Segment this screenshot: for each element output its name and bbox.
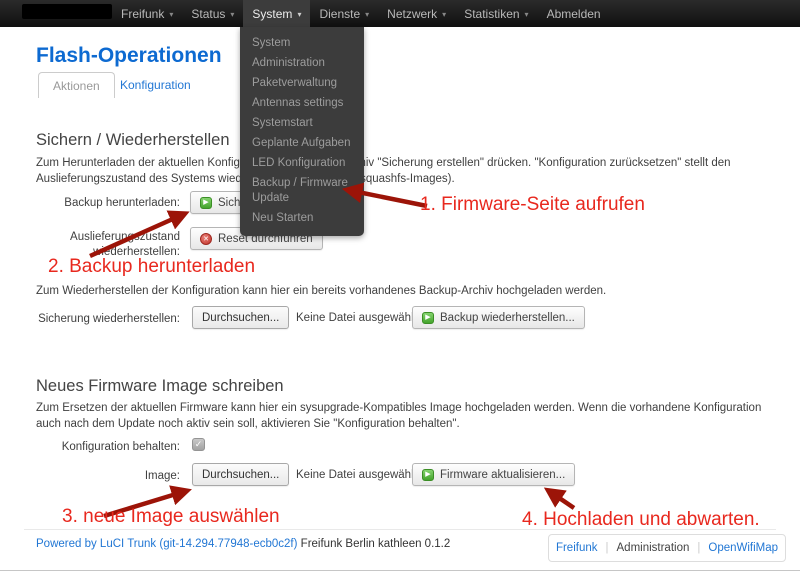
section-heading-new-firmware: Neues Firmware Image schreiben bbox=[36, 377, 284, 395]
browse-backup-file-button[interactable]: Durchsuchen... bbox=[192, 306, 290, 329]
nav-item-system[interactable]: System ▾ bbox=[243, 0, 311, 27]
nav-item-status[interactable]: Status ▾ bbox=[182, 0, 243, 27]
browse-image-file-button[interactable]: Durchsuchen... bbox=[192, 463, 290, 486]
apply-icon: ▶ bbox=[422, 468, 434, 481]
menu-item-led-konfiguration[interactable]: LED Konfiguration bbox=[240, 153, 364, 173]
page-title: Flash-Operationen bbox=[36, 44, 222, 67]
backup-description: Zum Herunterladen der aktuellen Konfigur… bbox=[36, 157, 731, 185]
footer-separator: | bbox=[697, 542, 701, 554]
nav-item-label: Dienste bbox=[319, 6, 361, 21]
hostname-redacted bbox=[22, 4, 112, 19]
restore-description: Zum Wiederherstellen der Konfiguration k… bbox=[36, 285, 607, 297]
tab-konfiguration[interactable]: Konfiguration bbox=[110, 72, 201, 98]
footer-link-freifunk[interactable]: Freifunk bbox=[556, 542, 598, 554]
browse-image-button-label: Durchsuchen... bbox=[202, 468, 280, 481]
chevron-down-icon: ▾ bbox=[297, 9, 302, 19]
menu-item-system[interactable]: System bbox=[240, 33, 364, 53]
annotation-step1: 1. Firmware-Seite aufrufen bbox=[420, 194, 645, 215]
nav-item-statistiken[interactable]: Statistiken ▾ bbox=[455, 0, 537, 27]
nav-item-label: Statistiken bbox=[464, 6, 520, 21]
footer-separator: | bbox=[605, 542, 609, 554]
nav-item-dienste[interactable]: Dienste ▾ bbox=[310, 0, 378, 27]
menu-item-systemstart[interactable]: Systemstart bbox=[240, 113, 364, 133]
annotation-step3: 3. neue Image auswählen bbox=[62, 506, 280, 527]
chevron-down-icon: ▾ bbox=[365, 9, 370, 19]
nav-item-label: Netzwerk bbox=[387, 6, 438, 21]
image-label: Image: bbox=[144, 470, 180, 482]
reset-icon: ✕ bbox=[200, 232, 212, 245]
check-icon: ✓ bbox=[194, 439, 203, 449]
keep-config-label: Konfiguration behalten: bbox=[61, 441, 180, 453]
nav-item-netzwerk[interactable]: Netzwerk ▾ bbox=[378, 0, 455, 27]
footer-link-openwifimap[interactable]: OpenWifiMap bbox=[708, 542, 778, 554]
restore-backup-label: Sicherung wiederherstellen: bbox=[38, 313, 180, 325]
menu-item-antennas-settings[interactable]: Antennas settings bbox=[240, 93, 364, 113]
chevron-down-icon: ▾ bbox=[169, 9, 174, 19]
nav-menu: Freifunk ▾ Status ▾ System ▾ Dienste ▾ N… bbox=[112, 0, 610, 27]
nav-item-label: Status bbox=[191, 6, 226, 21]
flash-firmware-button-label: Firmware aktualisieren... bbox=[440, 468, 566, 481]
nav-item-label: System bbox=[252, 6, 293, 21]
tab-aktionen[interactable]: Aktionen bbox=[38, 72, 115, 98]
keep-config-checkbox[interactable]: ✓ bbox=[192, 438, 205, 451]
browse-backup-button-label: Durchsuchen... bbox=[202, 311, 280, 324]
footer-nav-box: Freifunk | Administration | OpenWifiMap bbox=[548, 534, 786, 562]
restore-backup-button-label: Backup wiederherstellen... bbox=[440, 311, 575, 324]
image-no-file-selected: Keine Datei ausgewählt. bbox=[296, 469, 421, 481]
section-heading-backup-restore: Sichern / Wiederherstellen bbox=[36, 131, 230, 149]
menu-item-geplante-aufgaben[interactable]: Geplante Aufgaben bbox=[240, 133, 364, 153]
restore-backup-button[interactable]: ▶ Backup wiederherstellen... bbox=[412, 306, 585, 329]
chevron-down-icon: ▾ bbox=[230, 9, 235, 19]
menu-item-backup-firmware-update[interactable]: Backup / Firmware Update bbox=[240, 173, 364, 208]
system-dropdown-menu: System Administration Paketverwaltung An… bbox=[240, 27, 364, 236]
menu-item-neu-starten[interactable]: Neu Starten bbox=[240, 208, 364, 228]
nav-item-label: Freifunk bbox=[121, 6, 165, 21]
nav-item-freifunk[interactable]: Freifunk ▾ bbox=[112, 0, 182, 27]
annotation-step2: 2. Backup herunterladen bbox=[48, 256, 256, 277]
chevron-down-icon: ▾ bbox=[442, 9, 447, 19]
apply-icon: ▶ bbox=[200, 196, 212, 209]
nav-item-label: Abmelden bbox=[546, 6, 601, 21]
flash-firmware-button[interactable]: ▶ Firmware aktualisieren... bbox=[412, 463, 576, 486]
backup-no-file-selected: Keine Datei ausgewählt. bbox=[296, 312, 421, 324]
distro-version-text: Freifunk Berlin kathleen 0.1.2 bbox=[300, 538, 451, 550]
nav-item-abmelden[interactable]: Abmelden bbox=[538, 0, 610, 27]
footer-link-administration[interactable]: Administration bbox=[617, 542, 690, 554]
top-navbar: Freifunk ▾ Status ▾ System ▾ Dienste ▾ N… bbox=[0, 0, 800, 27]
viewport-bottom-line bbox=[0, 570, 800, 571]
menu-item-paketverwaltung[interactable]: Paketverwaltung bbox=[240, 73, 364, 93]
menu-item-administration[interactable]: Administration bbox=[240, 53, 364, 73]
apply-icon: ▶ bbox=[422, 311, 434, 324]
chevron-down-icon: ▾ bbox=[524, 9, 529, 19]
footer-credits: Powered by LuCI Trunk (git-14.294.77948-… bbox=[36, 538, 450, 550]
annotation-arrow-4 bbox=[543, 487, 576, 510]
firmware-description: Zum Ersetzen der aktuellen Firmware kann… bbox=[36, 402, 762, 430]
backup-download-label: Backup herunterladen: bbox=[64, 197, 180, 209]
luci-version-link[interactable]: Powered by LuCI Trunk (git-14.294.77948-… bbox=[36, 538, 297, 550]
annotation-step4: 4. Hochladen und abwarten. bbox=[522, 509, 760, 530]
